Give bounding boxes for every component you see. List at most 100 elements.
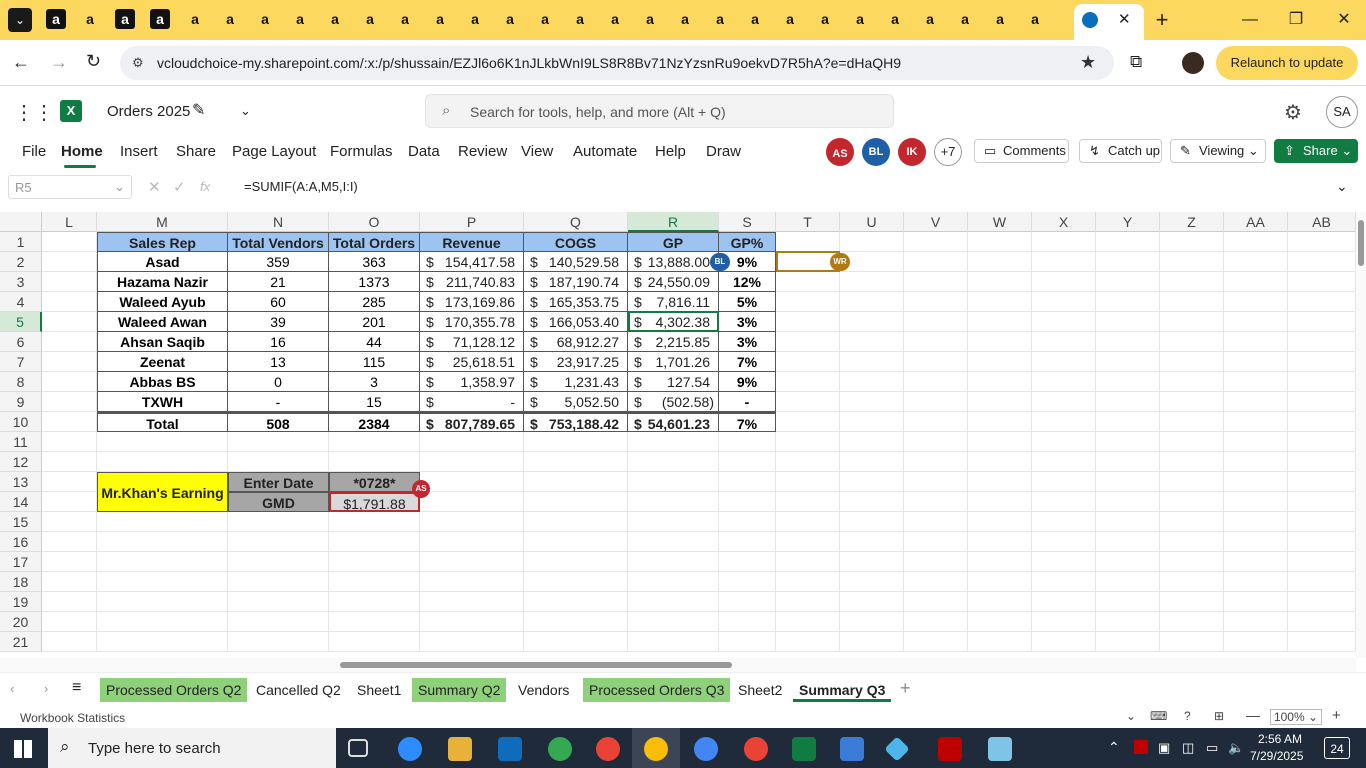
grid-cell[interactable] [968,392,1032,412]
grid-cell[interactable] [968,472,1032,492]
grid-cell[interactable] [42,512,97,532]
gmd-value-cell[interactable]: $1,791.88 [329,492,420,512]
column-header-r[interactable]: R [628,212,719,232]
grid-cell[interactable] [1224,492,1288,512]
chrome-icon[interactable] [548,737,572,761]
grid-cell[interactable] [1096,472,1160,492]
grid-cell[interactable] [42,252,97,272]
grid-cell[interactable] [1160,412,1224,432]
grid-cell[interactable] [420,592,524,612]
grid-cell[interactable] [904,252,968,272]
grid-cell[interactable] [228,452,329,472]
view-icon[interactable]: ⊞ [1214,709,1224,723]
grid-cell[interactable] [1288,452,1356,472]
table-cell[interactable]: $13,888.00 [628,252,719,272]
table-cell[interactable]: 115 [329,352,420,372]
column-header-t[interactable]: T [776,212,840,232]
table-cell[interactable]: 44 [329,332,420,352]
grid-cell[interactable] [420,432,524,452]
grid-cell[interactable] [776,632,840,652]
table-cell[interactable]: $140,529.58 [524,252,628,272]
table-cell[interactable]: 2384 [329,412,420,432]
column-header-w[interactable]: W [968,212,1032,232]
ribbon-tab-formulas[interactable]: Formulas [330,143,393,160]
grid-cell[interactable] [840,572,904,592]
app-diamond-icon[interactable] [884,736,910,762]
grid-cell[interactable] [1288,512,1356,532]
table-cell[interactable]: 1373 [329,272,420,292]
grid-cell[interactable] [968,292,1032,312]
table-header-cell[interactable]: Sales Rep [97,232,228,252]
grid-cell[interactable] [97,612,228,632]
vertical-scroll-thumb[interactable] [1358,220,1364,266]
grid-cell[interactable] [628,552,719,572]
collaborator-avatar-ik[interactable]: IK [898,138,926,166]
grid-cell[interactable] [776,272,840,292]
grid-cell[interactable] [420,472,524,492]
grid-cell[interactable] [968,432,1032,452]
grid-cell[interactable] [840,612,904,632]
grid-cell[interactable] [97,432,228,452]
reload-icon[interactable]: ↻ [86,51,101,72]
document-title[interactable]: Orders 2025 [107,103,190,120]
grid-cell[interactable] [1288,372,1356,392]
grid-cell[interactable] [228,552,329,572]
grid-cell[interactable] [719,452,776,472]
grid-cell[interactable] [1160,452,1224,472]
ribbon-tab-home[interactable]: Home [61,143,103,160]
filezilla-icon[interactable] [938,737,962,761]
grid-cell[interactable] [1160,292,1224,312]
grid-cell[interactable] [904,592,968,612]
grid-cell[interactable] [628,492,719,512]
grid-cell[interactable] [1096,232,1160,252]
row-header-9[interactable]: 9 [0,392,42,412]
grid-cell[interactable] [776,512,840,532]
grid-cell[interactable] [1288,592,1356,612]
ribbon-tab-file[interactable]: File [22,143,46,160]
grid-cell[interactable] [1032,452,1096,472]
table-header-cell[interactable]: COGS [524,232,628,252]
table-cell[interactable]: Ahsan Saqib [97,332,228,352]
grid-cell[interactable] [1096,292,1160,312]
grid-cell[interactable] [776,392,840,412]
grid-cell[interactable] [97,532,228,552]
column-header-x[interactable]: X [1032,212,1096,232]
grid-cell[interactable] [776,412,840,432]
grid-cell[interactable] [42,472,97,492]
grid-cell[interactable] [1160,632,1224,652]
close-tab-icon[interactable]: ✕ [1118,10,1131,28]
grid-cell[interactable] [1160,352,1224,372]
table-cell[interactable]: $54,601.23 [628,412,719,432]
select-all-corner[interactable] [0,212,42,232]
all-sheets-menu-icon[interactable]: ≡ [72,679,81,697]
grid-cell[interactable] [840,292,904,312]
next-sheet-icon[interactable]: › [44,681,48,696]
table-cell[interactable]: 359 [228,252,329,272]
grid-cell[interactable] [840,592,904,612]
grid-cell[interactable] [42,552,97,572]
ribbon-tab-view[interactable]: View [521,143,553,160]
grid-cell[interactable] [1288,272,1356,292]
browser-tab-amazon[interactable]: a [220,9,240,29]
row-header-13[interactable]: 13 [0,472,42,492]
collaborator-avatar-bl[interactable]: BL [862,138,890,166]
grid-cell[interactable] [628,452,719,472]
grid-cell[interactable] [719,592,776,612]
browser-tab-amazon[interactable]: a [465,9,485,29]
ribbon-tab-help[interactable]: Help [655,143,686,160]
sheet-tab-summary-q3[interactable]: Summary Q3 [793,678,892,702]
grid-cell[interactable] [719,552,776,572]
table-cell[interactable]: $71,128.12 [420,332,524,352]
grid-cell[interactable] [628,532,719,552]
workbook-statistics[interactable]: Workbook Statistics [20,711,125,725]
maximize-window-icon[interactable]: ❐ [1282,8,1310,32]
row-header-16[interactable]: 16 [0,532,42,552]
row-header-17[interactable]: 17 [0,552,42,572]
grid-cell[interactable] [1096,572,1160,592]
formula-text[interactable]: =SUMIF(A:A,M5,I:I) [244,179,358,194]
table-cell[interactable]: $25,618.51 [420,352,524,372]
grid-cell[interactable] [968,252,1032,272]
row-header-11[interactable]: 11 [0,432,42,452]
grid-cell[interactable] [1224,312,1288,332]
grid-cell[interactable] [329,452,420,472]
